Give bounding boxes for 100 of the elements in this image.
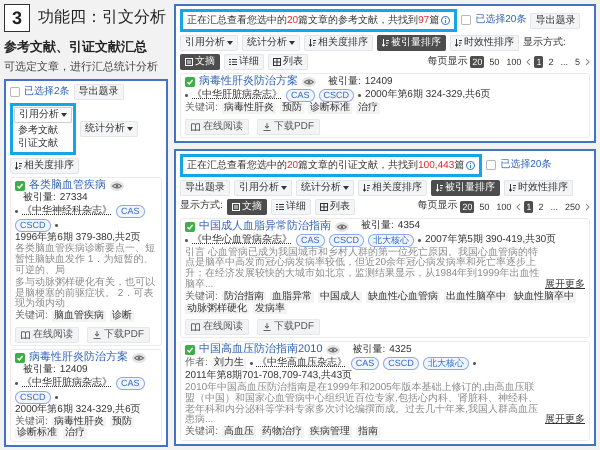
- selected-count-link[interactable]: 已选择2条: [24, 86, 70, 98]
- sort-button[interactable]: 相关度排序: [304, 35, 373, 51]
- sort-button[interactable]: 被引量排序: [377, 35, 446, 51]
- dropdown-button[interactable]: 引用分析: [234, 180, 292, 196]
- keyword-link[interactable]: 药物治疗: [260, 427, 304, 438]
- dropdown-button[interactable]: 引用分析: [180, 35, 238, 51]
- page-link[interactable]: 2: [546, 56, 556, 68]
- article-title-link[interactable]: 中国高血压防治指南2010: [199, 344, 322, 356]
- sort-icon[interactable]: [15, 162, 22, 170]
- keyword-link[interactable]: 出血性脑卒中: [444, 292, 508, 303]
- eye-icon[interactable]: [132, 352, 146, 363]
- chevron-left-icon[interactable]: [526, 58, 532, 66]
- article-title-link[interactable]: 各类脑血管疾病: [29, 180, 106, 192]
- caret-icon[interactable]: [289, 41, 295, 45]
- list-icon[interactable]: [229, 58, 237, 66]
- keyword-link[interactable]: 指南: [356, 427, 380, 438]
- page-size-option[interactable]: 100: [504, 56, 524, 68]
- journal-link[interactable]: 《中华肝脏病杂志》: [22, 378, 112, 389]
- keyword-link[interactable]: 诊断: [110, 311, 134, 322]
- document-icon[interactable]: [232, 202, 240, 211]
- menu-item[interactable]: 参考文献: [16, 124, 70, 137]
- sort-button[interactable]: 时效性排序: [504, 180, 573, 196]
- article-checkbox[interactable]: [15, 180, 25, 191]
- export-button[interactable]: 导出题录: [530, 12, 580, 28]
- page-size-option[interactable]: 50: [487, 56, 502, 68]
- sort-icon[interactable]: [309, 39, 316, 47]
- page-size-option[interactable]: 20: [460, 200, 474, 213]
- expand-more-link[interactable]: 展开更多: [545, 415, 585, 426]
- dropdown-button[interactable]: 统计分析: [296, 180, 354, 196]
- author-link[interactable]: 刘力生: [212, 358, 246, 370]
- select-all-checkbox[interactable]: [461, 15, 472, 26]
- journal-link[interactable]: 《中华肝脏病杂志》: [192, 90, 282, 101]
- keyword-link[interactable]: 动脉粥样硬化: [185, 304, 249, 314]
- sort-icon[interactable]: [509, 184, 516, 192]
- view-button[interactable]: 列表: [314, 198, 355, 215]
- caret-icon[interactable]: [227, 41, 233, 45]
- view-button[interactable]: 文摘: [180, 54, 220, 70]
- dropdown-button[interactable]: 引用分析: [14, 107, 72, 123]
- keyword-link[interactable]: 高血压: [222, 427, 256, 438]
- sort-button[interactable]: 时效性排序: [450, 35, 519, 51]
- grid-icon[interactable]: [320, 202, 328, 211]
- keyword-link[interactable]: 发病率: [253, 304, 287, 314]
- view-button[interactable]: 列表: [268, 54, 308, 70]
- eye-icon[interactable]: [302, 76, 316, 87]
- article-title-link[interactable]: 中国成人血脂异常防治指南: [199, 220, 331, 233]
- page-link[interactable]: 250: [562, 200, 582, 213]
- journal-link[interactable]: 《中华心血管病杂志》: [192, 234, 292, 246]
- select-all-checkbox[interactable]: [10, 86, 20, 97]
- keyword-link[interactable]: 预防: [110, 416, 134, 428]
- article-title-link[interactable]: 病毒性肝炎防治方案: [29, 352, 128, 364]
- download-pdf-button[interactable]: 下载PDF: [87, 327, 150, 344]
- keyword-link[interactable]: 诊断标准: [308, 102, 352, 114]
- page-size-option[interactable]: 20: [470, 56, 484, 68]
- chevron-left-icon[interactable]: [516, 202, 522, 211]
- page-size-option[interactable]: 100: [494, 200, 514, 213]
- dropdown-button[interactable]: 统计分析: [242, 35, 300, 51]
- keyword-link[interactable]: 预防: [280, 102, 304, 114]
- page-link[interactable]: 1: [534, 56, 544, 68]
- keyword-link[interactable]: 治疗: [356, 102, 380, 114]
- page-link[interactable]: 5: [572, 56, 582, 68]
- view-button[interactable]: 文摘: [226, 198, 267, 215]
- download-pdf-button[interactable]: 下载PDF: [257, 319, 320, 336]
- selected-count-link[interactable]: 已选择20条: [475, 15, 526, 26]
- list-icon[interactable]: [276, 202, 284, 211]
- caret-icon[interactable]: [343, 186, 349, 190]
- sort-button[interactable]: 被引量排序: [431, 180, 500, 196]
- article-checkbox[interactable]: [185, 76, 195, 87]
- article-checkbox[interactable]: [15, 352, 25, 363]
- keyword-link[interactable]: 诊断标准: [15, 428, 59, 440]
- journal-link[interactable]: 《中华高血压杂志》: [256, 358, 347, 370]
- select-all-checkbox[interactable]: [486, 160, 496, 170]
- page-link[interactable]: 1: [524, 200, 534, 213]
- keyword-link[interactable]: 缺血性心血管病: [366, 292, 440, 303]
- eye-icon[interactable]: [110, 180, 124, 191]
- article-checkbox[interactable]: [185, 222, 195, 232]
- caret-icon[interactable]: [281, 186, 287, 190]
- eye-icon[interactable]: [335, 222, 349, 232]
- export-button[interactable]: 导出题录: [74, 84, 124, 100]
- page-link[interactable]: 2: [536, 200, 546, 213]
- sort-icon[interactable]: [363, 184, 370, 192]
- keyword-link[interactable]: 防治指南: [222, 292, 266, 303]
- keyword-link[interactable]: 治疗: [63, 428, 87, 440]
- download-pdf-button[interactable]: 下载PDF: [257, 118, 320, 135]
- sort-button[interactable]: 相关度排序: [358, 180, 427, 196]
- info-icon[interactable]: [466, 160, 476, 170]
- chevron-right-icon[interactable]: [585, 58, 590, 66]
- caret-icon[interactable]: [61, 113, 67, 117]
- read-online-button[interactable]: 在线阅读: [185, 118, 249, 135]
- sort-icon[interactable]: [455, 39, 462, 47]
- grid-icon[interactable]: [273, 58, 281, 66]
- info-icon[interactable]: [441, 16, 450, 25]
- expand-more-link[interactable]: 展开更多: [545, 280, 585, 291]
- keyword-link[interactable]: 病毒性肝炎: [52, 416, 106, 428]
- keyword-link[interactable]: 病毒性肝炎: [222, 102, 276, 114]
- view-button[interactable]: 详细: [224, 54, 264, 70]
- keyword-link[interactable]: 疾病管理: [308, 427, 352, 438]
- keyword-link[interactable]: 脑血管疾病: [52, 311, 106, 322]
- page-size-option[interactable]: 50: [477, 200, 492, 213]
- keyword-link[interactable]: 血脂异常: [270, 292, 314, 303]
- eye-icon[interactable]: [326, 345, 340, 356]
